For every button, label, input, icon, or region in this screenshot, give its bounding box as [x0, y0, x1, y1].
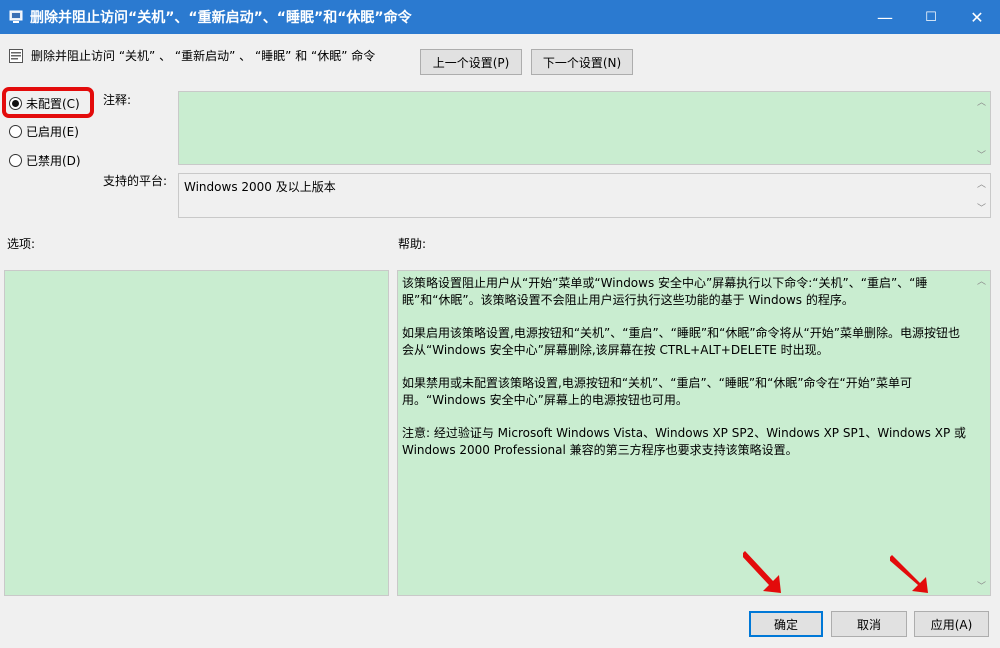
comment-scrollbar[interactable]: ︿ ﹀: [973, 92, 990, 164]
scroll-up-icon[interactable]: ︿: [977, 274, 986, 287]
apply-button[interactable]: 应用(A): [914, 611, 989, 637]
radio-label: 已禁用(D): [26, 153, 81, 168]
radio-enabled[interactable]: 已启用(E): [9, 121, 79, 141]
platform-value: Windows 2000 及以上版本: [184, 180, 336, 194]
radio-disabled[interactable]: 已禁用(D): [9, 150, 81, 170]
arrow-annotation-icon: [890, 555, 928, 593]
maximize-button[interactable]: ☐: [908, 0, 954, 34]
comment-textarea[interactable]: ︿ ﹀: [178, 91, 991, 165]
radio-label: 未配置(C): [26, 96, 80, 111]
scroll-down-icon[interactable]: ﹀: [977, 148, 986, 161]
help-paragraph: 如果禁用或未配置该策略设置,电源按钮和“关机”、“重启”、“睡眠”和“休眠”命令…: [402, 376, 912, 407]
maximize-icon: ☐: [925, 9, 937, 25]
help-text: 该策略设置阻止用户从“开始”菜单或“Windows 安全中心”屏幕执行以下命令:…: [402, 275, 970, 475]
help-panel: 该策略设置阻止用户从“开始”菜单或“Windows 安全中心”屏幕执行以下命令:…: [397, 270, 991, 596]
cancel-button[interactable]: 取消: [831, 611, 907, 637]
options-label: 选项:: [7, 237, 36, 251]
next-setting-button[interactable]: 下一个设置(N): [531, 49, 633, 75]
platform-label: 支持的平台:: [103, 174, 168, 188]
scroll-down-icon[interactable]: ﹀: [977, 579, 986, 592]
policy-name: 删除并阻止访问 “关机” 、 “重新启动” 、 “睡眠” 和 “休眠” 命令: [31, 49, 376, 63]
close-icon: ✕: [970, 7, 984, 27]
options-panel: [4, 270, 389, 596]
window-title: 删除并阻止访问“关机”、“重新启动”、“睡眠”和“休眠”命令: [30, 10, 412, 26]
radio-label: 已启用(E): [26, 124, 79, 139]
close-button[interactable]: ✕: [954, 0, 1000, 34]
help-paragraph: 如果启用该策略设置,电源按钮和“关机”、“重启”、“睡眠”和“休眠”命令将从“开…: [402, 326, 960, 357]
radio-not-configured[interactable]: 未配置(C): [9, 93, 80, 113]
policy-setting-icon: [9, 49, 23, 63]
platform-field: Windows 2000 及以上版本 ︿ ﹀: [178, 173, 991, 218]
minimize-icon: —: [877, 7, 893, 27]
help-paragraph: 该策略设置阻止用户从“开始”菜单或“Windows 安全中心”屏幕执行以下命令:…: [402, 276, 928, 307]
previous-setting-button[interactable]: 上一个设置(P): [420, 49, 522, 75]
help-scrollbar[interactable]: ︿ ﹀: [973, 271, 990, 595]
ok-button[interactable]: 确定: [749, 611, 823, 637]
scroll-up-icon[interactable]: ︿: [977, 95, 986, 108]
radio-indicator[interactable]: [9, 124, 22, 138]
help-label: 帮助:: [398, 237, 427, 251]
help-paragraph: 注意: 经过验证与 Microsoft Windows Vista、Window…: [402, 426, 967, 457]
comment-label: 注释:: [103, 93, 132, 107]
policy-window-icon: [9, 10, 23, 23]
platform-scrollbar[interactable]: ︿ ﹀: [973, 174, 990, 217]
arrow-annotation-icon: [743, 551, 781, 593]
title-bar: 删除并阻止访问“关机”、“重新启动”、“睡眠”和“休眠”命令 — ☐ ✕: [0, 0, 1000, 34]
scroll-up-icon[interactable]: ︿: [977, 177, 986, 190]
radio-indicator[interactable]: [9, 96, 22, 110]
radio-indicator[interactable]: [9, 153, 22, 167]
minimize-button[interactable]: —: [862, 0, 908, 34]
scroll-down-icon[interactable]: ﹀: [977, 201, 986, 214]
